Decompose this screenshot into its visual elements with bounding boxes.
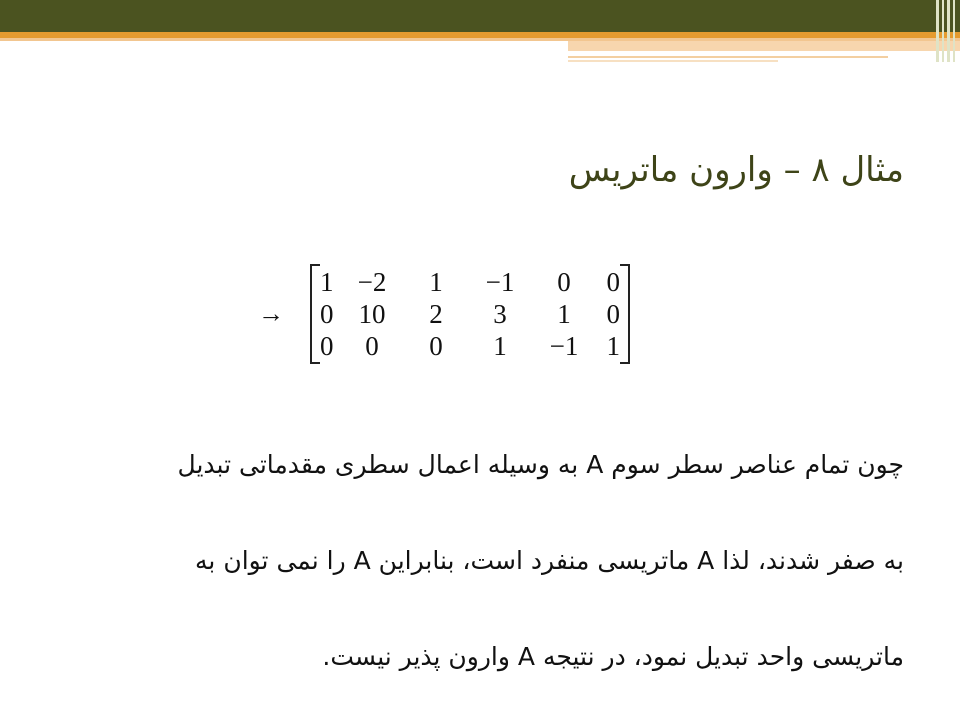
paragraph-line: به صفر شدند، لذا A ماتریسی منفرد است، بن…: [195, 546, 904, 575]
matrix-cell: 2: [429, 299, 443, 329]
matrix-row: 0 10 2 3 1 0: [320, 298, 620, 330]
matrix-grid: 1 −2 1 −1 0 0 0 10 2 3 1 0 0 0 0 1 −1 1: [320, 266, 620, 362]
matrix-cell: 0: [320, 331, 334, 361]
matrix-cell: 1: [429, 267, 443, 297]
paragraph-line: ماتریسی واحد تبدیل نمود، در نتیجه A وارو…: [322, 642, 904, 671]
left-bracket: [310, 264, 320, 364]
matrix-row: 0 0 0 1 −1 1: [320, 330, 620, 362]
matrix: 1 −2 1 −1 0 0 0 10 2 3 1 0 0 0 0 1 −1 1: [310, 262, 630, 366]
matrix-cell: 0: [606, 267, 621, 297]
slide: مثال ۸ – وارون ماتریس → 1 −2 1 −1 0 0 0 …: [0, 0, 960, 720]
paragraph-line: چون تمام عناصر سطر سوم A به وسیله اعمال …: [177, 450, 904, 479]
matrix-cell: 1: [320, 267, 334, 297]
matrix-cell: 0: [320, 299, 334, 329]
slide-title: مثال ۸ – وارون ماتریس: [568, 150, 904, 190]
right-bracket: [620, 264, 630, 364]
matrix-cell: −2: [357, 267, 387, 297]
matrix-cell: 1: [493, 331, 507, 361]
header-right-line: [568, 56, 888, 58]
matrix-cell: −1: [485, 267, 515, 297]
header-vertical-stripes: [934, 0, 960, 62]
matrix-cell: 0: [365, 331, 379, 361]
matrix-row: 1 −2 1 −1 0 0: [320, 266, 620, 298]
body-paragraph: چون تمام عناصر سطر سوم A به وسیله اعمال …: [44, 430, 904, 718]
matrix-cell: −1: [549, 331, 579, 361]
arrow-icon: →: [258, 299, 284, 328]
header-right-line-2: [568, 60, 778, 62]
header-bar: [0, 0, 960, 32]
matrix-cell: 1: [557, 299, 571, 329]
matrix-cell: 0: [429, 331, 443, 361]
matrix-cell: 3: [493, 299, 507, 329]
matrix-cell: 10: [358, 299, 386, 329]
matrix-cell: 1: [606, 331, 621, 361]
matrix-expression: → 1 −2 1 −1 0 0 0 10 2 3 1 0 0 0 0 1 −1 …: [258, 262, 630, 366]
matrix-cell: 0: [606, 299, 621, 329]
header-right-block: [568, 41, 960, 51]
matrix-cell: 0: [557, 267, 571, 297]
